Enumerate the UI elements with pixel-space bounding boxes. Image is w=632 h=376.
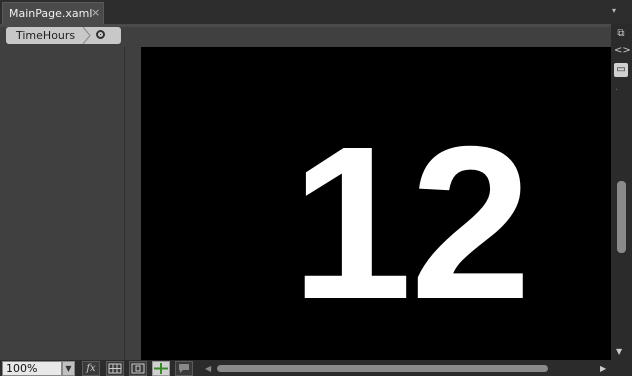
chevron-down-icon[interactable]: ▼ <box>62 361 75 376</box>
snap-to-snaplines-icon[interactable] <box>152 361 170 376</box>
horizontal-scroll-thumb[interactable] <box>217 365 548 372</box>
document-tab-title: MainPage.xaml <box>9 7 93 20</box>
artboard[interactable]: 12 <box>141 47 611 360</box>
breadcrumb[interactable]: TimeHours <box>6 27 121 44</box>
scroll-right-icon[interactable]: ▶ <box>600 364 606 373</box>
breadcrumb-separator-icon <box>82 27 91 44</box>
zoom-value: 100% <box>6 362 38 375</box>
close-icon[interactable]: × <box>91 6 100 19</box>
annotations-icon[interactable] <box>175 361 193 376</box>
document-tab[interactable]: MainPage.xaml × <box>2 2 104 24</box>
scroll-left-icon[interactable]: ◀ <box>205 364 211 373</box>
scope-icon[interactable] <box>96 30 105 39</box>
fx-effects-icon[interactable]: fx <box>82 361 100 376</box>
scroll-down-icon[interactable]: ▼ <box>616 347 622 356</box>
zoom-combobox[interactable]: 100% <box>2 361 62 376</box>
design-view-icon[interactable]: ▭ <box>614 63 628 77</box>
chevron-down-icon[interactable]: ▾ <box>612 6 616 15</box>
artboard-text[interactable]: 12 <box>291 115 531 333</box>
vertical-scroll-thumb[interactable] <box>617 181 626 253</box>
xaml-view-icon[interactable]: <> <box>614 44 631 58</box>
document-tab-bar: MainPage.xaml × ▾ <box>0 0 632 24</box>
snap-to-grid-icon[interactable] <box>129 361 147 376</box>
split-view-icon[interactable]: ⧉ <box>614 27 628 41</box>
artboard-edge <box>124 47 125 360</box>
breadcrumb-item-timehours[interactable]: TimeHours <box>16 29 75 42</box>
show-grid-icon[interactable] <box>106 361 124 376</box>
